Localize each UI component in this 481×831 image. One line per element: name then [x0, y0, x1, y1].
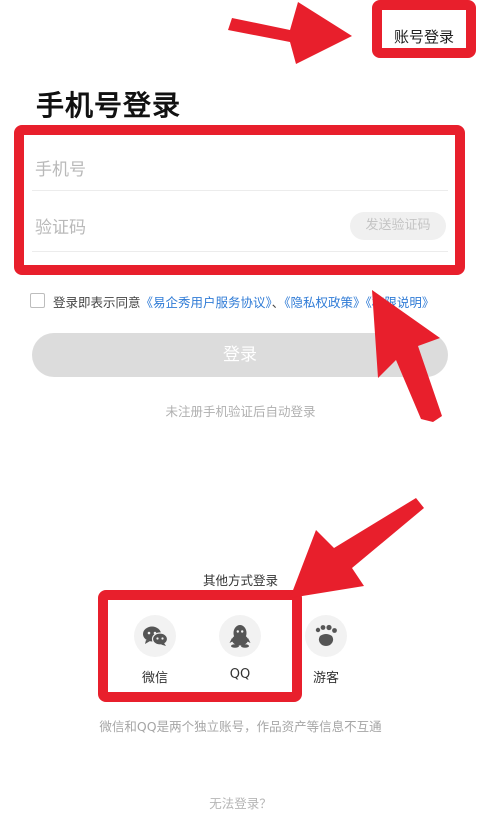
agreement-prefix: 登录即表示同意 [53, 295, 141, 310]
account-login-label: 账号登录 [393, 28, 454, 46]
footprint-icon [315, 624, 337, 646]
login-button[interactable]: 登录 [32, 333, 448, 377]
qq-label: QQ [229, 667, 251, 682]
qq-icon [229, 625, 251, 648]
permission-note-link[interactable]: 《权限说明》 [366, 295, 435, 310]
form-highlight [14, 125, 465, 275]
phone-divider [32, 190, 448, 191]
other-methods-title: 其他方式登录 [202, 573, 278, 588]
wechat-login-button[interactable] [134, 615, 176, 657]
account-notice: 微信和QQ是两个独立账号，作品资产等信息不互通 [99, 719, 382, 734]
wechat-icon [143, 626, 168, 646]
cannot-login-link[interactable]: 无法登录？ [0, 793, 481, 812]
code-divider [32, 251, 448, 252]
page-title: 手机号登录 [36, 89, 182, 122]
guest-label: 游客 [312, 671, 339, 686]
account-login-button[interactable]: 账号登录 [372, 0, 476, 58]
agreement-checkbox[interactable] [30, 293, 45, 308]
send-code-button[interactable]: 发送验证码 [350, 212, 446, 240]
agreement-text: 登录即表示同意《易企秀用户服务协议》、《隐私权政策》《权限说明》 [53, 292, 434, 311]
agreement-separator: 、 [271, 295, 285, 310]
qq-login-button[interactable] [219, 615, 261, 657]
user-agreement-link[interactable]: 《易企秀用户服务协议》 [141, 295, 272, 310]
code-input[interactable] [35, 216, 335, 240]
privacy-policy-link[interactable]: 《隐私权政策》 [284, 295, 365, 310]
guest-login-button[interactable] [305, 615, 347, 657]
auto-register-hint: 未注册手机验证后自动登录 [165, 404, 316, 419]
phone-input[interactable] [35, 158, 335, 182]
wechat-label: 微信 [141, 671, 168, 686]
